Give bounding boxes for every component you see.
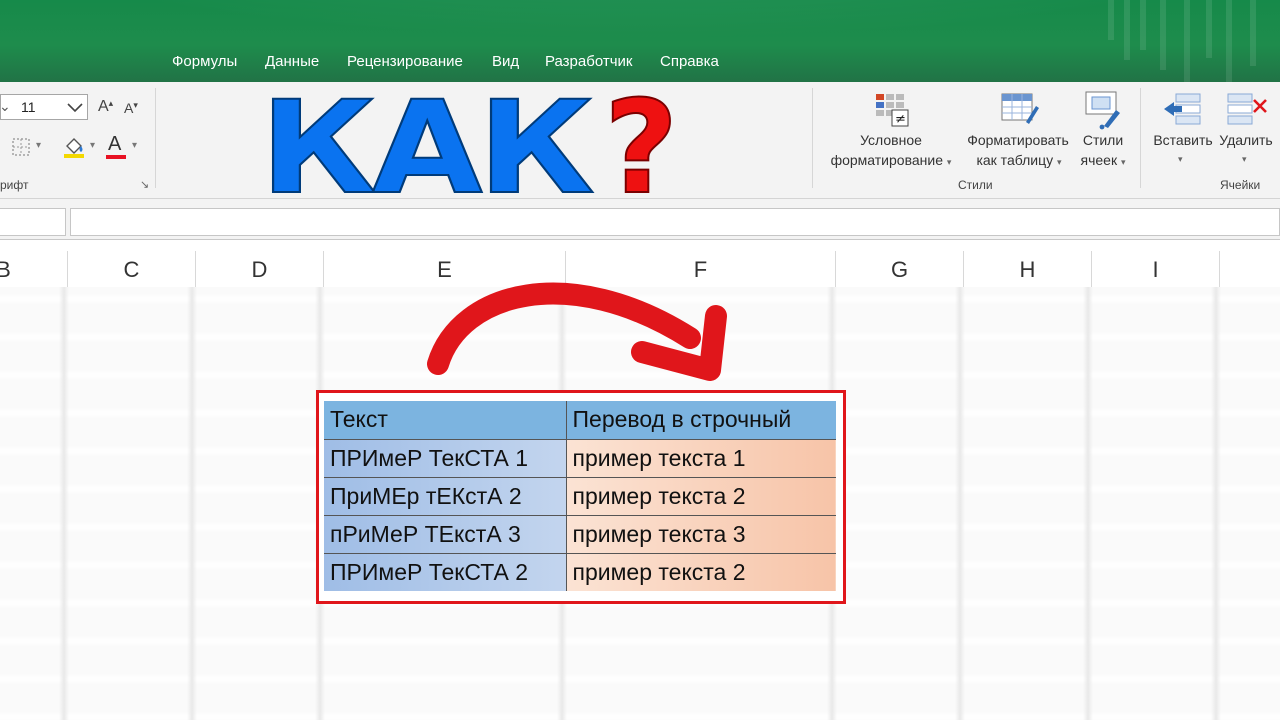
question-mark-text: ? [604, 82, 678, 198]
title-bar: Формулы Данные Рецензирование Вид Разраб… [0, 0, 1280, 82]
group-separator [812, 88, 813, 188]
decor-bar [1226, 0, 1232, 82]
borders-icon[interactable] [12, 138, 30, 156]
table-row: ПРИмеР ТекСТА 2 пример текста 2 [324, 553, 836, 591]
curved-arrow-icon [427, 282, 727, 381]
group-separator [1140, 88, 1141, 188]
decor-bar [1250, 0, 1256, 66]
format-as-table-icon [1001, 93, 1039, 124]
svg-text:≠: ≠ [895, 112, 906, 127]
table-cell[interactable]: пРиМеР ТЕкстА 3 [324, 515, 567, 554]
conditional-formatting-label2: форматирование ▾ [830, 152, 952, 168]
cell-styles-icon [1085, 91, 1120, 130]
delete-cells-icon [1227, 93, 1267, 125]
increase-font-size-button[interactable]: A▴ [98, 98, 113, 116]
header-cell-text[interactable]: Текст [324, 401, 567, 440]
column-header-i[interactable]: I [1092, 251, 1220, 287]
cell-styles-label2: ячеек ▾ [1080, 152, 1126, 168]
grid-column-line [1083, 287, 1093, 720]
grid-column-line [1211, 287, 1221, 720]
grid-column-line [59, 287, 69, 720]
caret-down-icon: ▾ [1120, 157, 1126, 167]
format-as-table-label: Форматировать [967, 132, 1069, 148]
insert-cells-icon [1164, 93, 1201, 125]
table-cell[interactable]: ПРИмеР ТекСТА 2 [324, 553, 567, 591]
group-separator [155, 88, 156, 188]
formula-input[interactable] [70, 208, 1280, 236]
decrease-font-size-button[interactable]: A▾ [124, 100, 138, 116]
font-size-value: 11 [21, 99, 36, 115]
name-box[interactable] [0, 208, 66, 236]
table-header-row: Текст Перевод в строчный [324, 401, 836, 440]
caret-down-icon[interactable]: ▾ [132, 140, 137, 151]
chevron-down-icon [67, 103, 83, 113]
decor-bar [1160, 0, 1166, 70]
caret-down-icon[interactable]: ▾ [90, 140, 95, 151]
caret-down-icon[interactable]: ▾ [36, 140, 41, 151]
decor-bar [1206, 0, 1212, 58]
font-dialog-launcher[interactable]: ↘ [140, 178, 149, 191]
delete-cells-label: Удалить [1219, 132, 1273, 148]
decor-bar [1124, 0, 1130, 60]
chevron-down-icon: ⌄ [0, 98, 11, 114]
insert-cells-label: Вставить [1153, 132, 1213, 148]
column-header-h[interactable]: H [964, 251, 1092, 287]
caret-down-icon: ▾ [946, 157, 952, 167]
kak-overlay: КАК ? [259, 82, 679, 198]
column-header-c[interactable]: C [68, 251, 196, 287]
data-table: Текст Перевод в строчный ПРИмеР ТекСТА 1… [324, 401, 836, 591]
cells-group-label: Ячейки [1220, 178, 1261, 192]
conditional-formatting-icon: ≠ [876, 94, 909, 127]
header-cell-lowercase[interactable]: Перевод в строчный [566, 401, 836, 440]
caret-down-icon: ▾ [1242, 154, 1247, 164]
table-row: ПРИмеР ТекСТА 1 пример текста 1 [324, 439, 836, 478]
font-color-swatch [106, 155, 126, 159]
kak-text: КАК [260, 82, 593, 198]
tab-review[interactable]: Рецензирование [347, 52, 463, 72]
caret-down-icon: ▾ [1057, 157, 1062, 167]
title-glow [0, 0, 1280, 40]
table-row: пРиМеР ТЕкстА 3 пример текста 3 [324, 515, 836, 554]
formula-bar-area [0, 199, 1280, 240]
grid-column-line [955, 287, 965, 720]
decor-bar [1184, 0, 1190, 82]
column-header-b[interactable]: B [0, 251, 68, 287]
tab-developer[interactable]: Разработчик [545, 52, 632, 72]
table-cell[interactable]: ПРИмеР ТекСТА 1 [324, 439, 567, 478]
column-header-g[interactable]: G [836, 251, 964, 287]
conditional-formatting-label: Условное [860, 132, 922, 148]
caret-down-icon: ▾ [1178, 154, 1183, 164]
table-cell[interactable]: ПриМЕр тЕКстА 2 [324, 477, 567, 516]
table-cell[interactable]: пример текста 3 [566, 515, 836, 554]
styles-group-label: Стили [958, 178, 993, 192]
table-cell[interactable]: пример текста 2 [566, 477, 836, 516]
font-group-label: рифт [0, 178, 29, 192]
font-color-button[interactable]: A [108, 133, 121, 156]
cell-styles-label: Стили [1082, 132, 1124, 148]
table-cell[interactable]: пример текста 1 [566, 439, 836, 478]
table-row: ПриМЕр тЕКстА 2 пример текста 2 [324, 477, 836, 516]
fill-color-icon[interactable] [62, 134, 86, 158]
table-cell[interactable]: пример текста 2 [566, 553, 836, 591]
tab-data[interactable]: Данные [265, 52, 319, 72]
caret-up-icon: ▴ [108, 98, 114, 108]
tab-view[interactable]: Вид [492, 52, 519, 72]
tab-formulas[interactable]: Формулы [172, 52, 237, 72]
decor-bar [1108, 0, 1114, 40]
font-size-select[interactable]: ⌄ 11 [0, 94, 88, 120]
grid-column-line [187, 287, 197, 720]
format-as-table-label2: как таблицу ▾ [976, 152, 1062, 168]
decor-bar [1140, 0, 1146, 50]
column-header-d[interactable]: D [196, 251, 324, 287]
caret-down-icon: ▾ [133, 100, 138, 110]
tab-help[interactable]: Справка [660, 52, 719, 72]
